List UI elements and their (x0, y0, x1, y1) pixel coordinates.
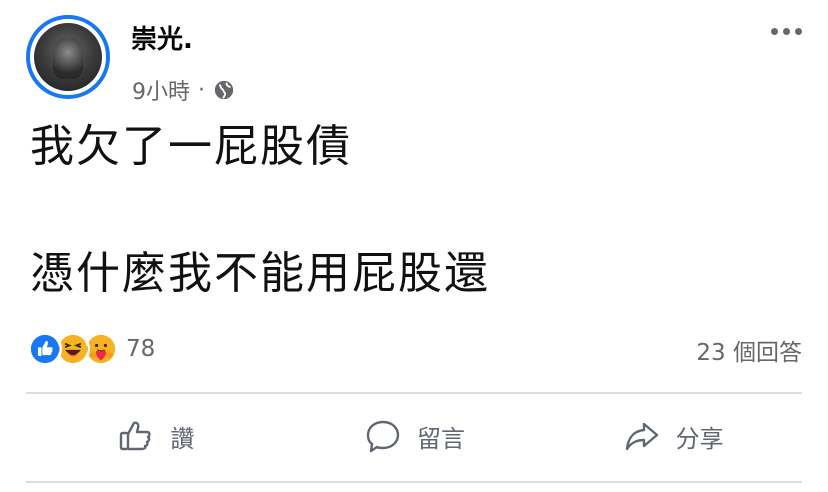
share-label: 分享 (675, 424, 724, 453)
post-meta: 9小時 · (132, 74, 235, 106)
comment-icon (366, 420, 400, 453)
like-icon (28, 332, 62, 366)
globe-icon[interactable] (213, 79, 235, 101)
action-bar: 讚 留言 分享 (26, 412, 802, 460)
post-text-line-2: 憑什麼我不能用屁股還 (30, 248, 490, 299)
like-label: 讚 (170, 424, 195, 453)
more-options-icon[interactable] (771, 28, 802, 35)
post-time[interactable]: 9小時 (132, 74, 190, 106)
author-name[interactable]: 崇光. (131, 24, 193, 56)
thumbs-up-icon (120, 421, 151, 451)
divider (26, 392, 802, 394)
meta-separator: · (198, 77, 205, 103)
share-icon (625, 422, 658, 451)
comment-count[interactable]: 23 個回答 (696, 333, 802, 367)
like-button[interactable]: 讚 (26, 412, 285, 460)
share-button[interactable]: 分享 (543, 412, 802, 460)
avatar-image (34, 23, 102, 91)
reactions-summary[interactable]: 78 (28, 332, 155, 366)
comment-label: 留言 (417, 424, 465, 453)
reaction-count: 78 (126, 336, 156, 362)
post-text-line-1: 我欠了一屁股債 (30, 121, 352, 172)
avatar[interactable] (26, 15, 110, 99)
divider (26, 481, 802, 483)
comment-button[interactable]: 留言 (285, 412, 544, 460)
